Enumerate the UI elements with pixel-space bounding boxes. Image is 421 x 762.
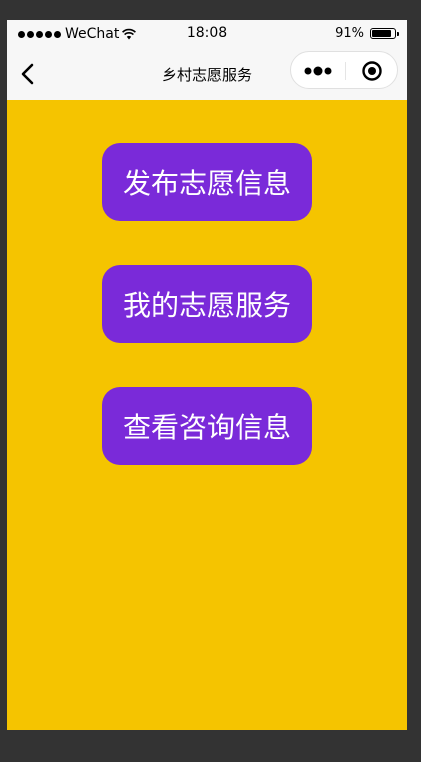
more-dots-icon <box>304 66 332 76</box>
view-consultation-info-button[interactable]: 查看咨询信息 <box>102 387 312 465</box>
status-bar: WeChat 18:08 91% <box>7 20 407 48</box>
close-button[interactable] <box>346 52 398 90</box>
navigation-bar: 乡村志愿服务 <box>7 48 407 100</box>
mini-program-capsule <box>290 51 398 89</box>
phone-screen: WeChat 18:08 91% 乡村志愿服务 发布志愿信息 我的志愿服务 查看… <box>7 20 407 730</box>
more-button[interactable] <box>291 52 345 90</box>
publish-volunteer-info-button[interactable]: 发布志愿信息 <box>102 143 312 221</box>
my-volunteer-service-button[interactable]: 我的志愿服务 <box>102 265 312 343</box>
main-content: 发布志愿信息 我的志愿服务 查看咨询信息 <box>7 100 407 730</box>
battery-fill <box>372 30 391 37</box>
battery-status: 91% <box>335 26 399 41</box>
target-circle-icon <box>362 61 382 81</box>
battery-icon <box>370 28 399 39</box>
battery-percent: 91% <box>335 26 364 41</box>
